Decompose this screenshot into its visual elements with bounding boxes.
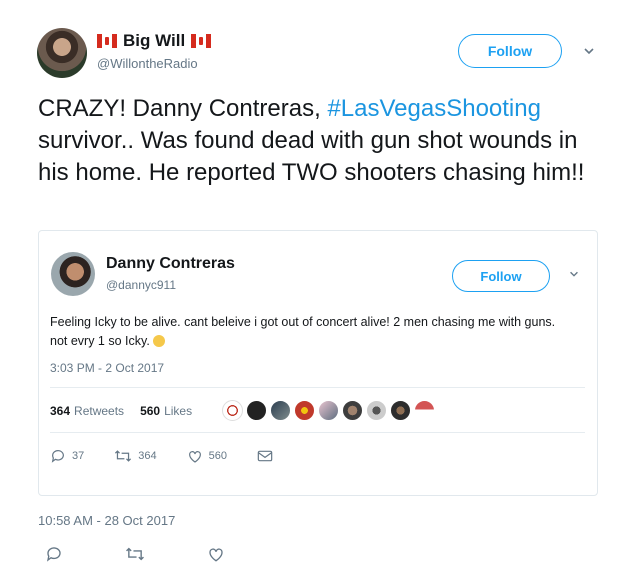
tweet-timestamp[interactable]: 10:58 AM - 28 Oct 2017	[38, 513, 175, 528]
quoted-message	[257, 449, 273, 463]
quoted-reply: 37	[50, 448, 84, 464]
liker-avatar	[390, 400, 411, 421]
tweet-text-part: survivor.. Was found dead with gun shot …	[38, 127, 585, 186]
quoted-reply-count: 37	[72, 450, 85, 462]
author-handle[interactable]: @WillontheRadio	[97, 56, 198, 71]
like-icon	[188, 451, 201, 463]
emoji-icon	[152, 335, 165, 347]
quoted-tweet-text: Feeling Icky to be alive. cant beleive i…	[50, 313, 570, 351]
author-name-row[interactable]: Big Will	[97, 31, 212, 51]
quoted-action-bar: 37 364 560	[50, 448, 303, 464]
retweets-count: 364	[50, 404, 71, 418]
hashtag-link[interactable]: #LasVegasShooting	[327, 95, 541, 122]
action-bar	[42, 543, 285, 565]
liker-avatars	[222, 400, 435, 421]
quoted-author-name: Danny Contreras	[106, 255, 235, 272]
liker-avatar	[222, 400, 243, 421]
tweet-text: CRAZY! Danny Contreras, #LasVegasShootin…	[38, 93, 608, 189]
liker-avatar	[294, 400, 315, 421]
quoted-retweet-count: 364	[138, 450, 157, 462]
retweet-button[interactable]	[123, 543, 147, 565]
chevron-down-icon	[568, 268, 580, 283]
reply-icon	[46, 547, 61, 562]
liker-avatar	[318, 400, 339, 421]
likes-count: 560	[140, 404, 161, 418]
divider	[50, 432, 585, 433]
reply-icon	[51, 450, 64, 463]
message-icon	[257, 450, 273, 462]
liker-avatar	[246, 400, 267, 421]
retweets-label: Retweets	[74, 404, 125, 418]
canada-flag-icon	[97, 34, 117, 48]
liker-avatar	[366, 400, 387, 421]
quoted-avatar	[51, 252, 95, 296]
follow-button[interactable]: Follow	[458, 34, 562, 68]
retweet-icon	[115, 450, 132, 462]
quoted-like: 560	[187, 448, 227, 464]
quoted-timestamp: 3:03 PM - 2 Oct 2017	[50, 361, 165, 375]
likes-label: Likes	[164, 404, 193, 418]
reply-button[interactable]	[42, 543, 66, 565]
liker-avatar	[414, 400, 435, 421]
author-avatar[interactable]	[37, 28, 87, 78]
divider	[50, 387, 585, 388]
quoted-like-count: 560	[208, 450, 227, 462]
author-name[interactable]: Big Will	[123, 31, 185, 51]
liker-avatar	[342, 400, 363, 421]
canada-flag-icon	[191, 34, 212, 48]
quoted-text-body: Feeling Icky to be alive. cant beleive i…	[50, 315, 556, 348]
quoted-stats: 364 Retweets 560 Likes	[50, 404, 192, 418]
liker-avatar	[270, 400, 291, 421]
like-button[interactable]	[204, 543, 228, 565]
chevron-down-icon[interactable]	[582, 44, 596, 58]
quoted-author-handle: @dannyc911	[106, 278, 177, 292]
like-icon	[209, 548, 223, 562]
quoted-follow-button: Follow	[452, 260, 550, 292]
tweet-text-part: CRAZY! Danny Contreras,	[38, 95, 328, 122]
retweet-icon	[126, 547, 144, 561]
quoted-retweet: 364	[114, 448, 157, 464]
